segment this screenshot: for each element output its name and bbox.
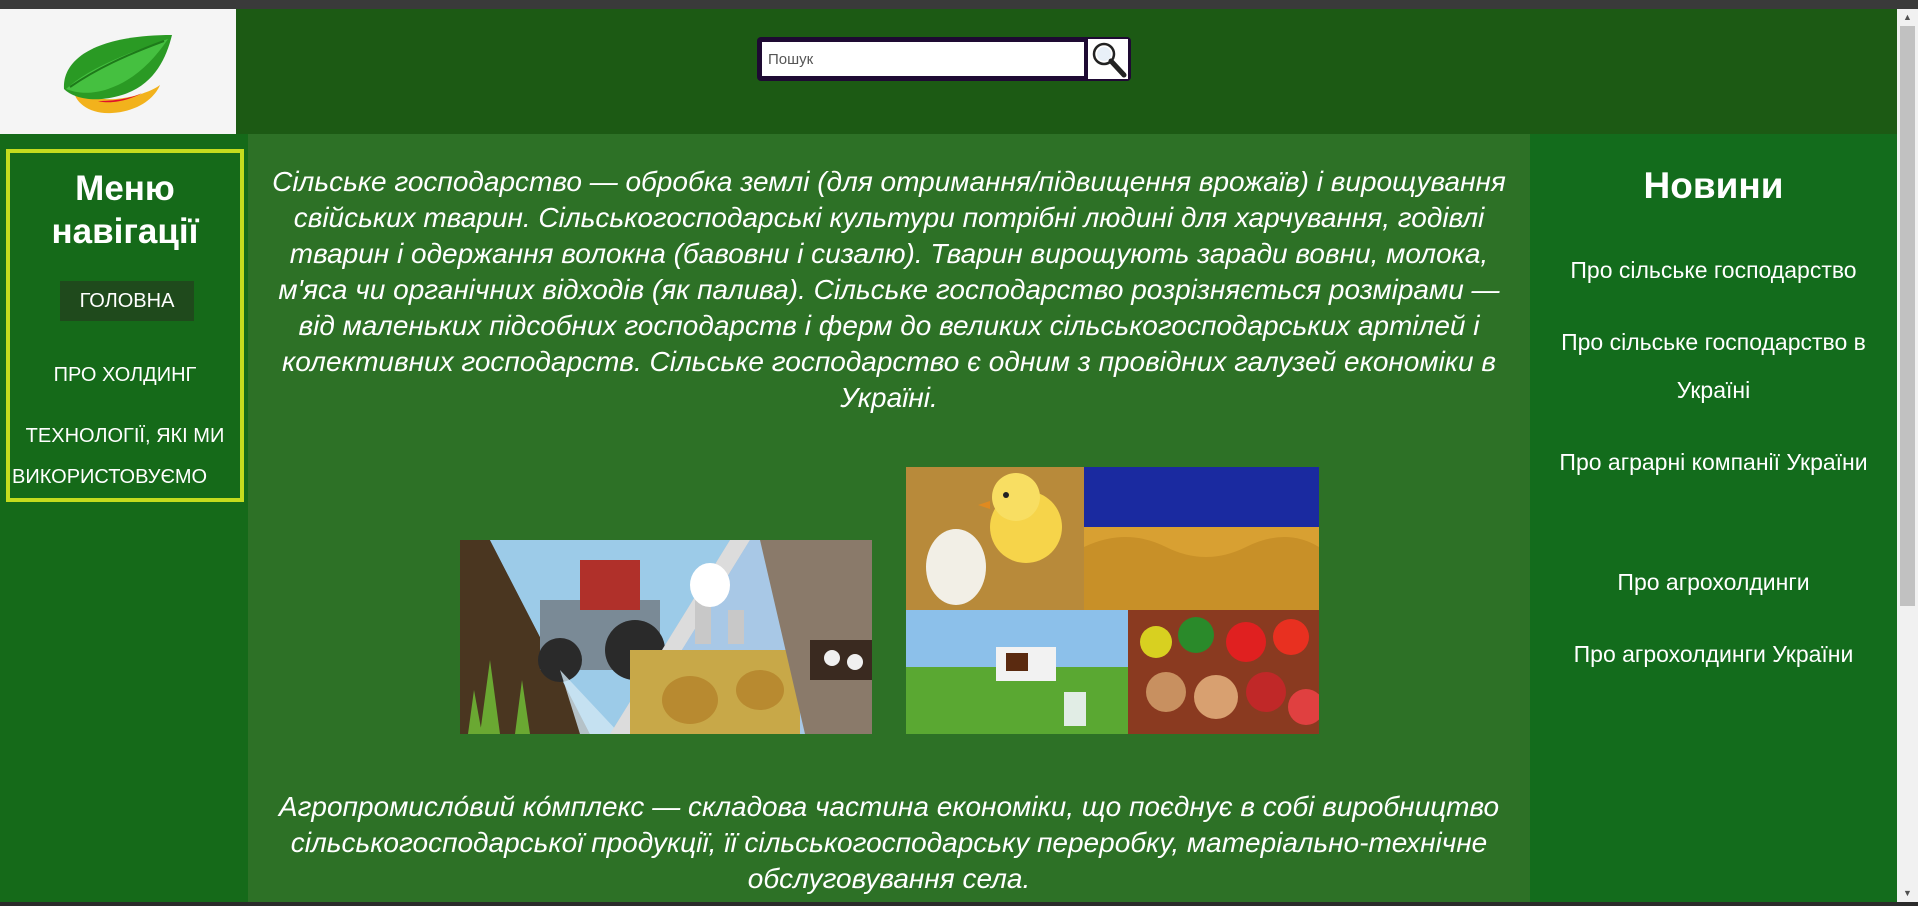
nav-item-home[interactable]: ГОЛОВНА bbox=[60, 281, 194, 321]
scroll-thumb[interactable] bbox=[1900, 26, 1915, 606]
news-link-agroholdings-ukraine[interactable]: Про агрохолдинги України bbox=[1550, 630, 1877, 678]
header bbox=[0, 9, 1897, 134]
left-sidebar: Меню навігації ГОЛОВНА ПРО ХОЛДИНГ ТЕХНО… bbox=[0, 134, 248, 902]
nav-title: Меню навігації bbox=[51, 169, 199, 251]
main-content: Сільське господарство — обробка землі (д… bbox=[248, 134, 1530, 902]
news-link-agriculture-ukraine[interactable]: Про сільське господарство в Україні bbox=[1550, 318, 1877, 414]
page: Меню навігації ГОЛОВНА ПРО ХОЛДИНГ ТЕХНО… bbox=[0, 9, 1897, 902]
browser-top-strip bbox=[0, 0, 1918, 9]
search-button[interactable] bbox=[1088, 39, 1128, 79]
leaf-logo-icon bbox=[63, 35, 172, 114]
nav-item-about-holding[interactable]: ПРО ХОЛДИНГ bbox=[10, 361, 240, 389]
intro-paragraph: Сільське господарство — обробка землі (д… bbox=[272, 166, 1506, 413]
scroll-down-arrow-icon[interactable]: ▼ bbox=[1897, 885, 1918, 902]
magnifier-icon bbox=[1092, 42, 1127, 78]
search-bar bbox=[757, 37, 1131, 81]
news-link-agrarian-companies[interactable]: Про аграрні компанії України bbox=[1550, 438, 1877, 486]
news-link-agriculture[interactable]: Про сільське господарство bbox=[1550, 246, 1877, 294]
logo[interactable] bbox=[0, 9, 236, 134]
search-input[interactable] bbox=[762, 42, 1084, 76]
vertical-scrollbar[interactable]: ▲ ▼ bbox=[1897, 9, 1918, 902]
nav-menu: Меню навігації ГОЛОВНА ПРО ХОЛДИНГ ТЕХНО… bbox=[6, 149, 244, 502]
farm-produce-collage-image bbox=[906, 467, 1319, 734]
nav-item-technologies[interactable]: ТЕХНОЛОГІЇ, ЯКІ МИ ВИКОРИСТОВУЄМО bbox=[12, 416, 238, 498]
agriculture-collage-image bbox=[460, 540, 872, 734]
right-sidebar: Новини Про сільське господарство Про сіл… bbox=[1530, 134, 1897, 902]
agro-complex-paragraph: Агропромисло́вий ко́мплекс — складова ча… bbox=[278, 791, 1500, 894]
news-title: Новини bbox=[1643, 165, 1784, 206]
scroll-up-arrow-icon[interactable]: ▲ bbox=[1897, 9, 1918, 26]
news-link-agroholdings[interactable]: Про агрохолдинги bbox=[1550, 558, 1877, 606]
browser-bottom-bar bbox=[0, 902, 1918, 906]
